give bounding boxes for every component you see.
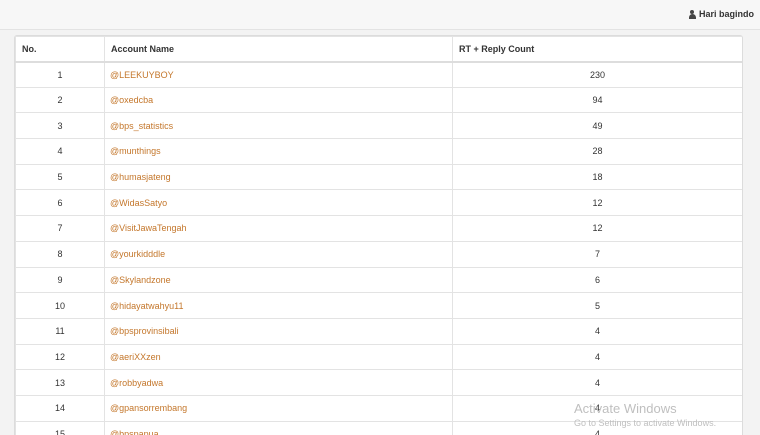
table-row: 8 @yourkidddle 7 [15,240,742,268]
account-link[interactable]: @bpspapua [110,429,159,435]
row-number: 15 [15,420,105,435]
watermark-subtitle: Go to Settings to activate Windows. [574,418,717,428]
account-link[interactable]: @bps_statistics [110,121,173,131]
account-link[interactable]: @oxedcba [110,95,153,105]
table-row: 12 @aeriXXzen 4 [15,343,742,371]
rt-reply-count: 6 [452,266,742,294]
row-number: 3 [15,112,105,140]
table-row: 6 @WidasSatyo 12 [15,189,742,217]
account-cell: @WidasSatyo [104,189,453,217]
row-number: 7 [15,215,105,242]
row-number: 11 [15,317,105,345]
account-link[interactable]: @VisitJawaTengah [110,223,187,233]
rt-reply-count: 94 [452,86,742,114]
watermark-title: Activate Windows [574,401,677,416]
account-cell: @oxedcba [104,86,453,114]
user-menu[interactable]: Hari bagindo [688,9,754,19]
row-number: 8 [15,240,105,268]
table-row: 5 @humasjateng 18 [15,163,742,191]
account-cell: @bpsprovinsibali [104,317,453,345]
table-header-row: No. Account Name RT + Reply Count [15,36,742,63]
account-link[interactable]: @robbyadwa [110,378,163,388]
account-link[interactable]: @humasjateng [110,172,171,182]
account-link[interactable]: @yourkidddle [110,249,165,259]
account-cell: @bpspapua [104,420,453,435]
account-link[interactable]: @WidasSatyo [110,198,167,208]
row-number: 4 [15,138,105,165]
rt-reply-count: 28 [452,138,742,165]
account-table: No. Account Name RT + Reply Count 1 @LEEK… [15,36,742,435]
row-number: 9 [15,266,105,294]
table-row: 3 @bps_statistics 49 [15,112,742,140]
top-navbar: Hari bagindo [0,0,760,30]
rt-reply-count: 18 [452,163,742,191]
account-link[interactable]: @munthings [110,146,161,156]
user-name: Hari bagindo [698,9,754,19]
row-number: 1 [15,61,105,88]
rt-reply-count: 12 [452,189,742,217]
account-cell: @VisitJawaTengah [104,215,453,242]
account-cell: @LEEKUYBOY [104,61,453,88]
rt-reply-count: 7 [452,240,742,268]
row-number: 13 [15,369,105,396]
table-panel: No. Account Name RT + Reply Count 1 @LEEK… [14,35,743,435]
account-link[interactable]: @gpansorrembang [110,403,187,413]
account-cell: @aeriXXzen [104,343,453,371]
column-header-no[interactable]: No. [15,36,105,63]
table-row: 13 @robbyadwa 4 [15,369,742,396]
account-cell: @bps_statistics [104,112,453,140]
account-cell: @humasjateng [104,163,453,191]
rt-reply-count: 230 [452,61,742,88]
row-number: 10 [15,292,105,319]
account-cell: @Skylandzone [104,266,453,294]
table-row: 9 @Skylandzone 6 [15,266,742,294]
rt-reply-count: 49 [452,112,742,140]
account-link[interactable]: @aeriXXzen [110,352,161,362]
column-header-rt-reply-count[interactable]: RT + Reply Count [452,36,742,63]
account-cell: @gpansorrembang [104,394,453,422]
row-number: 14 [15,394,105,422]
account-link[interactable]: @LEEKUYBOY [110,70,174,80]
account-link[interactable]: @Skylandzone [110,275,171,285]
rt-reply-count: 12 [452,215,742,242]
column-header-account-name[interactable]: Account Name [104,36,453,63]
rt-reply-count: 4 [452,343,742,371]
account-link[interactable]: @hidayatwahyu11 [110,301,184,311]
rt-reply-count: 5 [452,292,742,319]
user-icon [688,9,696,19]
row-number: 5 [15,163,105,191]
account-cell: @yourkidddle [104,240,453,268]
account-cell: @hidayatwahyu11 [104,292,453,319]
rt-reply-count: 4 [452,317,742,345]
rt-reply-count: 4 [452,369,742,396]
table-row: 2 @oxedcba 94 [15,86,742,114]
table-row: 7 @VisitJawaTengah 12 [15,215,742,242]
account-cell: @munthings [104,138,453,165]
account-link[interactable]: @bpsprovinsibali [110,326,179,336]
row-number: 12 [15,343,105,371]
table-row: 10 @hidayatwahyu11 5 [15,292,742,319]
row-number: 6 [15,189,105,217]
table-row: 4 @munthings 28 [15,138,742,165]
activate-windows-watermark: Activate Windows Go to Settings to activ… [574,401,716,428]
table-body: 1 @LEEKUYBOY 230 2 @oxedcba 94 3 @bps_statistic… [15,61,742,435]
row-number: 2 [15,86,105,114]
table-row: 11 @bpsprovinsibali 4 [15,317,742,345]
account-cell: @robbyadwa [104,369,453,396]
table-row: 1 @LEEKUYBOY 230 [15,61,742,88]
